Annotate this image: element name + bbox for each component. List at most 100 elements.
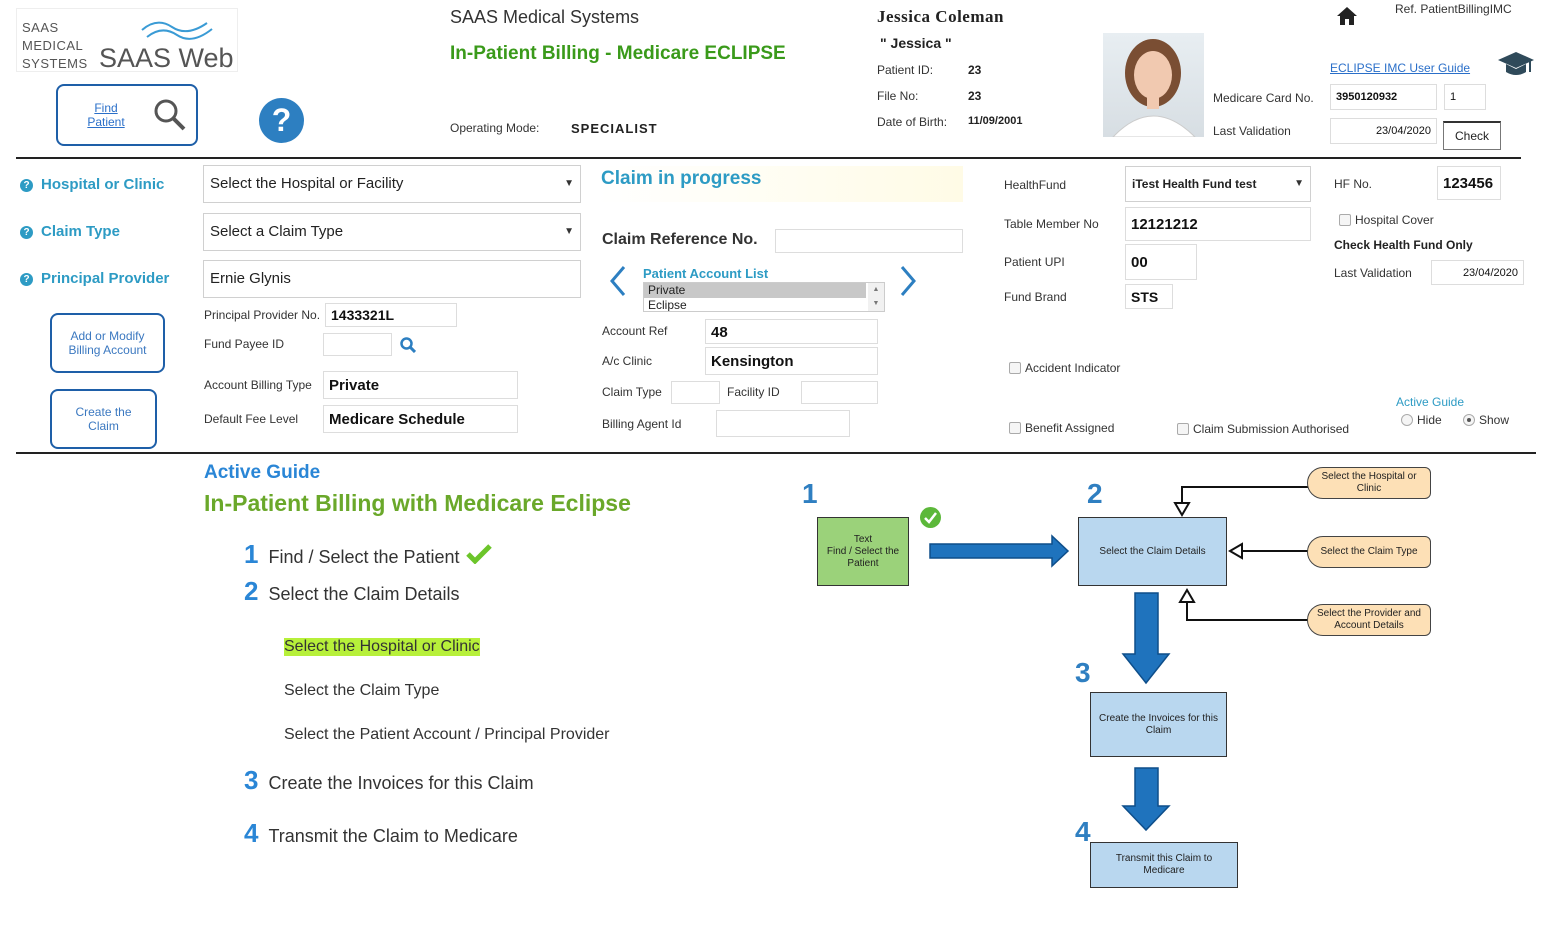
hide-radio[interactable]: Hide — [1401, 413, 1442, 427]
account-ref-label: Account Ref — [602, 324, 668, 338]
fund-brand-field[interactable]: STS — [1125, 284, 1173, 309]
account-billing-type-field[interactable]: Private — [323, 371, 518, 399]
claim-submission-label: Claim Submission Authorised — [1193, 422, 1350, 436]
provider-no-label: Principal Provider No. — [204, 308, 321, 322]
healthfund-select[interactable]: iTest Health Fund test ▼ — [1125, 166, 1311, 202]
operating-mode-label: Operating Mode: — [450, 121, 540, 135]
patient-photo — [1103, 33, 1204, 137]
provider-no-field[interactable]: 1433321L — [325, 303, 457, 327]
graduation-cap-icon[interactable] — [1496, 48, 1536, 85]
checkmark-icon — [466, 544, 492, 565]
find-patient-button[interactable]: Find Patient — [56, 84, 198, 146]
fund-payee-label: Fund Payee ID — [204, 337, 285, 351]
step-number: 1 — [244, 539, 259, 569]
hospital-select[interactable]: Select the Hospital or Facility ▼ — [203, 165, 581, 203]
logo-line: MEDICAL — [22, 38, 84, 53]
ac-clinic-field[interactable]: Kensington — [705, 347, 878, 375]
account-list-item[interactable]: Private — [644, 283, 866, 298]
checkbox[interactable] — [1009, 362, 1021, 374]
facility-id-field[interactable] — [801, 381, 878, 404]
diagram-box-find-patient: Text Find / Select the Patient — [817, 517, 909, 586]
diagram-step-number: 1 — [802, 478, 818, 509]
medicare-irn-field[interactable]: 1 — [1444, 84, 1486, 110]
radio[interactable] — [1463, 414, 1475, 426]
list-scrollbar[interactable]: ▲ ▼ — [868, 283, 884, 311]
hospital-label: ? Hospital or Clinic — [20, 176, 164, 193]
billing-agent-field[interactable] — [716, 410, 850, 437]
wave-logo-icon — [141, 21, 213, 40]
operating-mode-value: SPECIALIST — [571, 121, 658, 136]
account-list[interactable]: Private Eclipse ▲ ▼ — [643, 282, 885, 312]
diagram-tag-provider: Select the Provider and Account Details — [1307, 604, 1431, 636]
check-button[interactable]: Check — [1443, 121, 1501, 150]
benefit-assigned-checkbox[interactable]: Benefit Assigned — [1009, 421, 1114, 435]
claim-type-label: Claim Type — [602, 385, 662, 399]
fund-brand-label: Fund Brand — [1004, 290, 1067, 304]
claim-type-label-text: Claim Type — [41, 223, 120, 240]
claim-type-select-value: Select a Claim Type — [210, 223, 344, 240]
show-radio[interactable]: Show — [1463, 413, 1509, 427]
claim-type-select[interactable]: Select a Claim Type ▼ — [203, 213, 581, 251]
account-ref-field[interactable]: 48 — [705, 319, 878, 344]
hf-last-validation-field[interactable]: 23/04/2020 — [1431, 260, 1524, 285]
default-fee-field[interactable]: Medicare Schedule — [323, 405, 518, 433]
diagram-step-number: 3 — [1075, 657, 1091, 688]
table-member-field[interactable]: 12121212 — [1125, 207, 1311, 241]
patient-id-value: 23 — [968, 63, 982, 77]
add-modify-billing-button[interactable]: Add or Modify Billing Account — [50, 313, 165, 373]
claim-ref-field[interactable] — [775, 229, 963, 253]
info-icon: ? — [20, 273, 33, 286]
checkbox[interactable] — [1177, 423, 1189, 435]
billing-agent-label: Billing Agent Id — [602, 417, 682, 431]
account-list-item[interactable]: Eclipse — [644, 298, 884, 311]
create-claim-button[interactable]: Create the Claim — [50, 389, 157, 449]
hf-last-validation-label: Last Validation — [1334, 266, 1412, 280]
home-icon[interactable] — [1336, 6, 1358, 31]
box-line: Text — [853, 533, 873, 545]
form-divider — [16, 452, 1536, 454]
header-divider — [16, 157, 1521, 159]
step-number: 3 — [244, 765, 259, 795]
logo-brand: SAAS Web — [99, 43, 234, 73]
company-name: SAAS Medical Systems — [450, 7, 640, 27]
page-title: In-Patient Billing - Medicare ECLIPSE — [450, 43, 786, 64]
claim-status: Claim in progress — [597, 166, 963, 202]
help-button[interactable]: ? — [259, 98, 304, 143]
diagram-box-claim-details: Select the Claim Details — [1078, 517, 1227, 586]
guide-heading: Active Guide — [204, 462, 321, 483]
accident-indicator-checkbox[interactable]: Accident Indicator — [1009, 361, 1120, 375]
step-text: Create the Invoices for this Claim — [268, 773, 534, 793]
claim-ref-label: Claim Reference No. — [602, 231, 758, 248]
fund-payee-field[interactable] — [323, 333, 392, 356]
checkbox[interactable] — [1009, 422, 1021, 434]
hospital-select-value: Select the Hospital or Facility — [210, 175, 404, 192]
last-validation-field[interactable]: 23/04/2020 — [1330, 118, 1437, 144]
chevron-down-icon: ▼ — [1294, 178, 1304, 189]
hospital-cover-checkbox[interactable]: Hospital Cover — [1339, 213, 1434, 227]
logo-line: SAAS — [22, 20, 59, 35]
chevron-left-icon[interactable] — [606, 263, 630, 304]
chevron-right-icon[interactable] — [896, 263, 920, 304]
patient-upi-field[interactable]: 00 — [1125, 244, 1197, 280]
diagram-tag-hospital: Select the Hospital or Clinic — [1307, 467, 1431, 499]
hf-no-field[interactable]: 123456 — [1437, 166, 1501, 200]
medicare-card-label: Medicare Card No. — [1213, 91, 1314, 105]
checkbox[interactable] — [1339, 214, 1351, 226]
show-label: Show — [1479, 413, 1510, 427]
principal-provider-field[interactable]: Ernie Glynis — [203, 260, 581, 298]
facility-id-label: Facility ID — [727, 385, 780, 399]
radio[interactable] — [1401, 414, 1413, 426]
principal-provider-label-text: Principal Provider — [41, 270, 170, 287]
medicare-card-field[interactable]: 3950120932 — [1330, 84, 1437, 110]
find-patient-link[interactable]: Find Patient — [74, 101, 138, 129]
user-guide-link[interactable]: ECLIPSE IMC User Guide — [1330, 61, 1470, 75]
chevron-down-icon: ▼ — [564, 226, 574, 237]
step-text: Transmit the Claim to Medicare — [268, 826, 518, 846]
healthfund-label: HealthFund — [1004, 178, 1067, 192]
step-number: 4 — [244, 818, 259, 848]
claim-type-field[interactable] — [671, 381, 720, 404]
check-circle-icon — [920, 507, 941, 528]
search-icon[interactable] — [400, 337, 417, 358]
claim-submission-checkbox[interactable]: Claim Submission Authorised — [1177, 422, 1349, 436]
check-health-fund-only: Check Health Fund Only — [1334, 238, 1473, 252]
